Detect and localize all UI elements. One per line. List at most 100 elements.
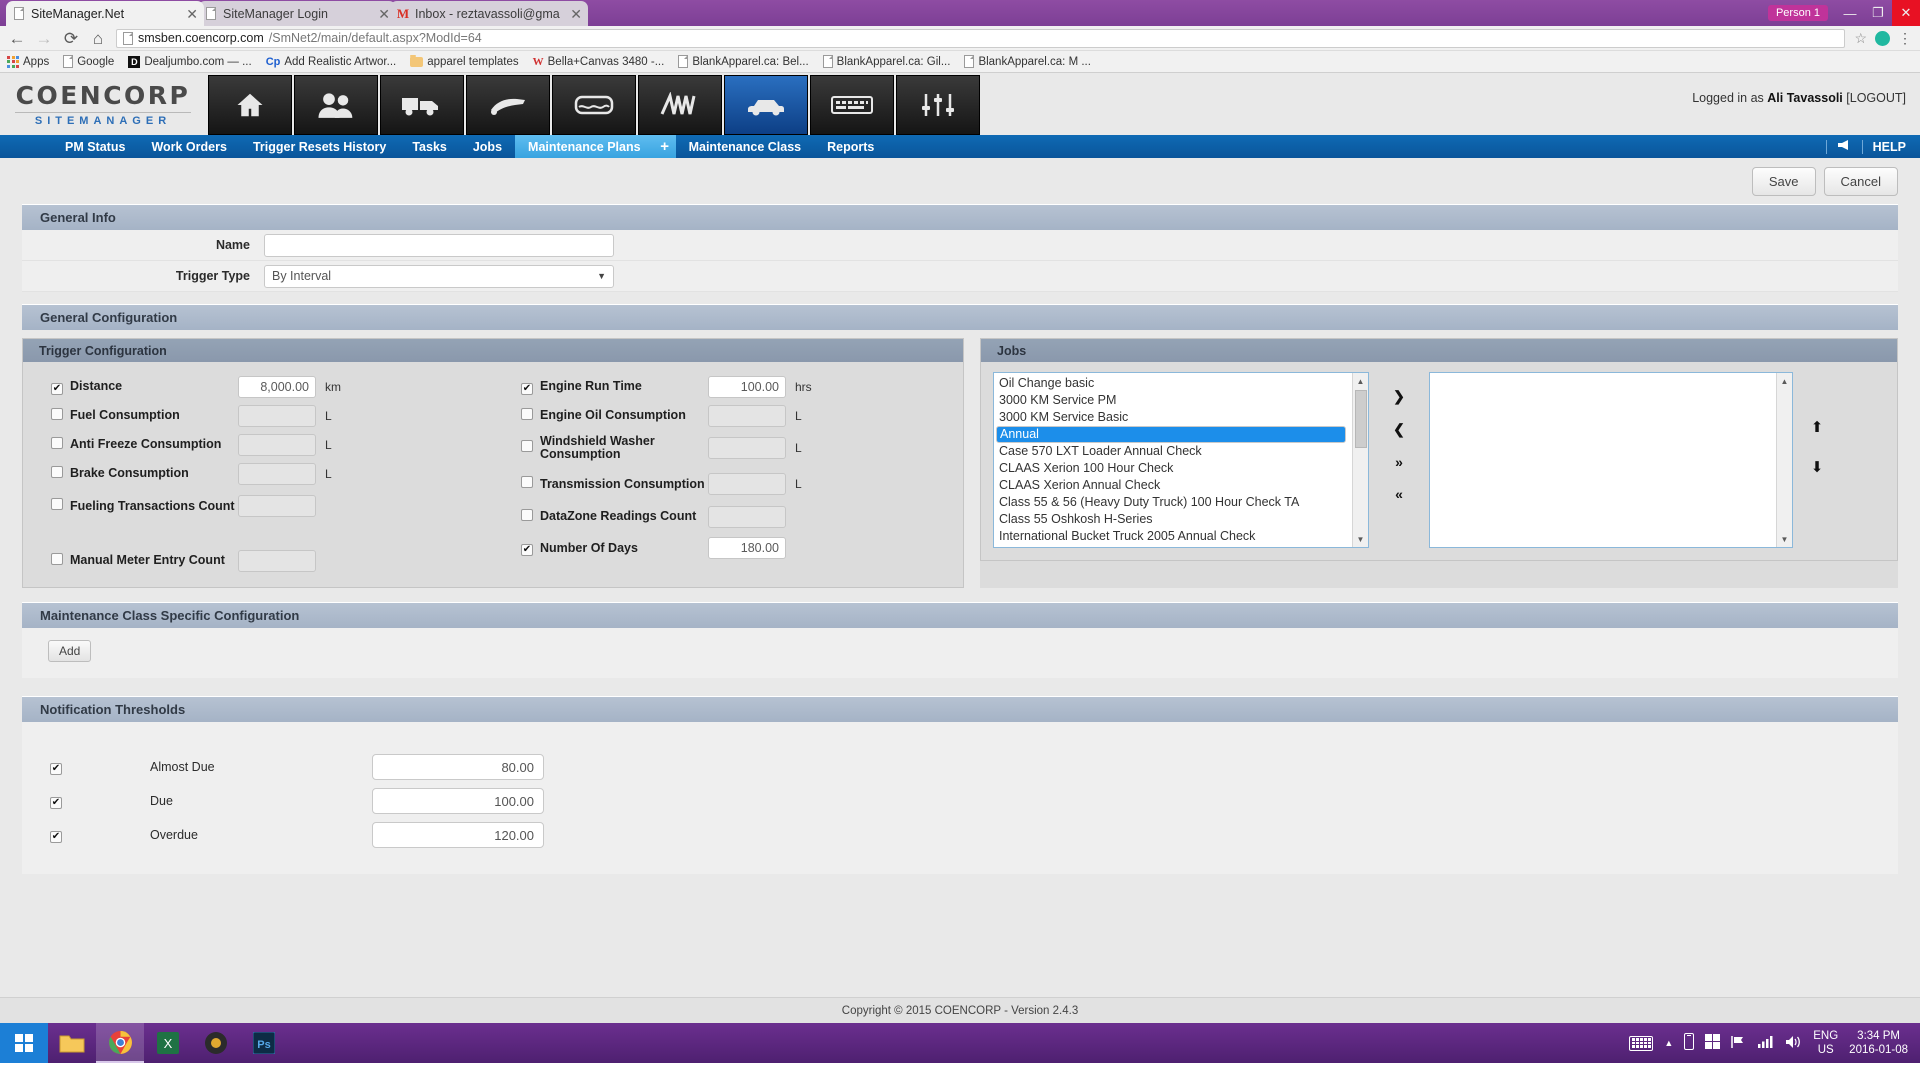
engine-oil-consumption-input[interactable] bbox=[708, 404, 786, 427]
list-item[interactable]: International Bucket Truck 2005 Annual C… bbox=[996, 528, 1368, 545]
taskbar-photoshop[interactable]: Ps bbox=[240, 1023, 288, 1063]
person-chip[interactable]: Person 1 bbox=[1767, 5, 1828, 21]
module-people-icon[interactable] bbox=[294, 75, 378, 135]
forward-icon[interactable]: → bbox=[35, 30, 53, 47]
move-all-left-icon[interactable]: « bbox=[1395, 486, 1403, 502]
add-button[interactable]: Add bbox=[48, 640, 92, 662]
distance-input[interactable]: 8,000.00 bbox=[238, 375, 316, 398]
due-checkbox[interactable] bbox=[50, 797, 62, 809]
bookmark-item[interactable]: W Bella+Canvas 3480 -... bbox=[533, 56, 665, 68]
list-item[interactable]: Class 55 Oshkosh H-Series bbox=[996, 511, 1368, 528]
number-of-days-checkbox[interactable] bbox=[521, 544, 533, 556]
engine-run-time-input[interactable]: 100.00 bbox=[708, 375, 786, 398]
scroll-down-icon[interactable]: ▼ bbox=[1353, 531, 1369, 547]
bookmark-apps[interactable]: Apps bbox=[7, 55, 49, 68]
module-keyboard-icon[interactable] bbox=[810, 75, 894, 135]
bookmark-item[interactable]: apparel templates bbox=[410, 54, 519, 68]
nav-tab-maintenance-plans[interactable]: Maintenance Plans bbox=[515, 135, 654, 158]
move-right-icon[interactable]: ❯ bbox=[1393, 388, 1405, 405]
list-item[interactable]: Case 570 LXT Loader Annual Check bbox=[996, 443, 1368, 460]
home-icon[interactable]: ⌂ bbox=[89, 30, 107, 47]
fuel-consumption-input[interactable] bbox=[238, 404, 316, 427]
bookmark-item[interactable]: BlankApparel.ca: Gil... bbox=[822, 55, 950, 68]
nav-tab-trigger-resets-history[interactable]: Trigger Resets History bbox=[240, 135, 399, 158]
listbox-scrollbar[interactable]: ▲ ▼ bbox=[1352, 373, 1368, 547]
back-icon[interactable]: ← bbox=[8, 30, 26, 47]
move-up-icon[interactable]: ⬆ bbox=[1811, 418, 1824, 436]
reload-icon[interactable]: ⟳ bbox=[62, 30, 80, 47]
assigned-jobs-listbox[interactable]: ▲ ▼ bbox=[1429, 372, 1793, 548]
list-item[interactable]: 3000 KM Service PM bbox=[996, 392, 1368, 409]
fueling-transactions-count-input[interactable] bbox=[238, 495, 316, 517]
bookmark-item[interactable]: BlankApparel.ca: Bel... bbox=[678, 55, 809, 68]
cancel-button[interactable]: Cancel bbox=[1823, 166, 1898, 196]
windshield-washer-consumption-input[interactable] bbox=[708, 437, 786, 459]
nav-add-icon[interactable]: + bbox=[653, 135, 676, 158]
anti-freeze-consumption-input[interactable] bbox=[238, 433, 316, 456]
nav-tab-reports[interactable]: Reports bbox=[814, 135, 887, 158]
app-logo[interactable]: COENCORP SITEMANAGER bbox=[0, 73, 206, 135]
number-of-days-input[interactable]: 180.00 bbox=[708, 537, 786, 559]
close-icon[interactable]: ✕ bbox=[566, 7, 582, 21]
windshield-washer-consumption-checkbox[interactable] bbox=[521, 440, 533, 452]
language-indicator[interactable]: ENG US bbox=[1813, 1029, 1838, 1057]
fuel-consumption-checkbox[interactable] bbox=[51, 407, 63, 420]
battery-icon[interactable] bbox=[1684, 1033, 1695, 1053]
manual-meter-entry-count-input[interactable] bbox=[238, 549, 316, 572]
list-item[interactable]: Oil Change basic bbox=[996, 375, 1368, 392]
list-item[interactable]: 3000 KM Service Basic bbox=[996, 409, 1368, 426]
store-icon[interactable] bbox=[1705, 1034, 1721, 1052]
trigger-type-select[interactable]: By Interval ▼ bbox=[264, 264, 614, 288]
manual-meter-entry-count-checkbox[interactable] bbox=[51, 552, 63, 565]
overdue-input[interactable]: 120.00 bbox=[372, 822, 544, 848]
nav-tab-work-orders[interactable]: Work Orders bbox=[138, 135, 240, 158]
module-tank-icon[interactable] bbox=[552, 75, 636, 135]
fueling-transactions-count-checkbox[interactable] bbox=[51, 498, 63, 510]
nav-tab-maintenance-class[interactable]: Maintenance Class bbox=[676, 135, 815, 158]
taskbar-chrome[interactable] bbox=[96, 1023, 144, 1063]
bookmark-item[interactable]: Cp Add Realistic Artwor... bbox=[266, 56, 397, 68]
module-spring-icon[interactable] bbox=[638, 75, 722, 135]
bookmark-item[interactable]: Google bbox=[63, 55, 114, 68]
keyboard-icon[interactable] bbox=[1629, 1035, 1654, 1051]
logout-link[interactable]: [LOGOUT] bbox=[1846, 91, 1906, 105]
name-input[interactable] bbox=[264, 233, 614, 257]
brake-consumption-checkbox[interactable] bbox=[51, 465, 63, 478]
list-item[interactable]: CLAAS Xerion 100 Hour Check bbox=[996, 460, 1368, 477]
scroll-down-icon[interactable]: ▼ bbox=[1777, 531, 1793, 547]
address-bar[interactable]: smsben.coencorp.com/SmNet2/main/default.… bbox=[116, 28, 1846, 48]
almost-due-input[interactable]: 80.00 bbox=[372, 754, 544, 780]
datazone-readings-count-checkbox[interactable] bbox=[521, 508, 533, 521]
flag-icon[interactable] bbox=[1731, 1035, 1747, 1052]
close-icon[interactable]: ✕ bbox=[374, 7, 390, 21]
almost-due-checkbox[interactable] bbox=[50, 763, 62, 775]
browser-tab[interactable]: M Inbox - reztavassoli@gma ✕ bbox=[390, 1, 588, 26]
bookmark-item[interactable]: BlankApparel.ca: M ... bbox=[964, 55, 1091, 68]
anti-freeze-consumption-checkbox[interactable] bbox=[51, 436, 63, 449]
move-down-icon[interactable]: ⬇ bbox=[1811, 458, 1824, 476]
clock[interactable]: 3:34 PM 2016-01-08 bbox=[1849, 1029, 1908, 1057]
module-fuel-nozzle-icon[interactable] bbox=[466, 75, 550, 135]
list-item[interactable]: Class 55 & 56 (Heavy Duty Truck) 100 Hou… bbox=[996, 494, 1368, 511]
browser-tab[interactable]: SiteManager Login ✕ bbox=[198, 1, 396, 26]
start-button[interactable] bbox=[0, 1023, 48, 1063]
scroll-up-icon[interactable]: ▲ bbox=[1777, 373, 1793, 389]
module-home-icon[interactable] bbox=[208, 75, 292, 135]
taskbar-file-explorer[interactable] bbox=[48, 1023, 96, 1063]
megaphone-icon[interactable] bbox=[1837, 139, 1852, 154]
bookmark-item[interactable]: D Dealjumbo.com — ... bbox=[128, 55, 252, 68]
scrollbar-thumb[interactable] bbox=[1355, 390, 1367, 448]
brake-consumption-input[interactable] bbox=[238, 462, 316, 485]
minimize-button[interactable]: — bbox=[1836, 0, 1864, 26]
nav-tab-jobs[interactable]: Jobs bbox=[460, 135, 515, 158]
module-car-icon[interactable] bbox=[724, 75, 808, 135]
save-button[interactable]: Save bbox=[1751, 166, 1816, 196]
transmission-consumption-checkbox[interactable] bbox=[521, 476, 533, 488]
engine-oil-consumption-checkbox[interactable] bbox=[521, 407, 533, 420]
module-sliders-icon[interactable] bbox=[896, 75, 980, 135]
extension-icon[interactable] bbox=[1875, 30, 1890, 46]
datazone-readings-count-input[interactable] bbox=[708, 505, 786, 528]
overdue-checkbox[interactable] bbox=[50, 831, 62, 843]
nav-tab-pm-status[interactable]: PM Status bbox=[52, 135, 138, 158]
chrome-menu-icon[interactable]: ⋮ bbox=[1898, 30, 1912, 47]
